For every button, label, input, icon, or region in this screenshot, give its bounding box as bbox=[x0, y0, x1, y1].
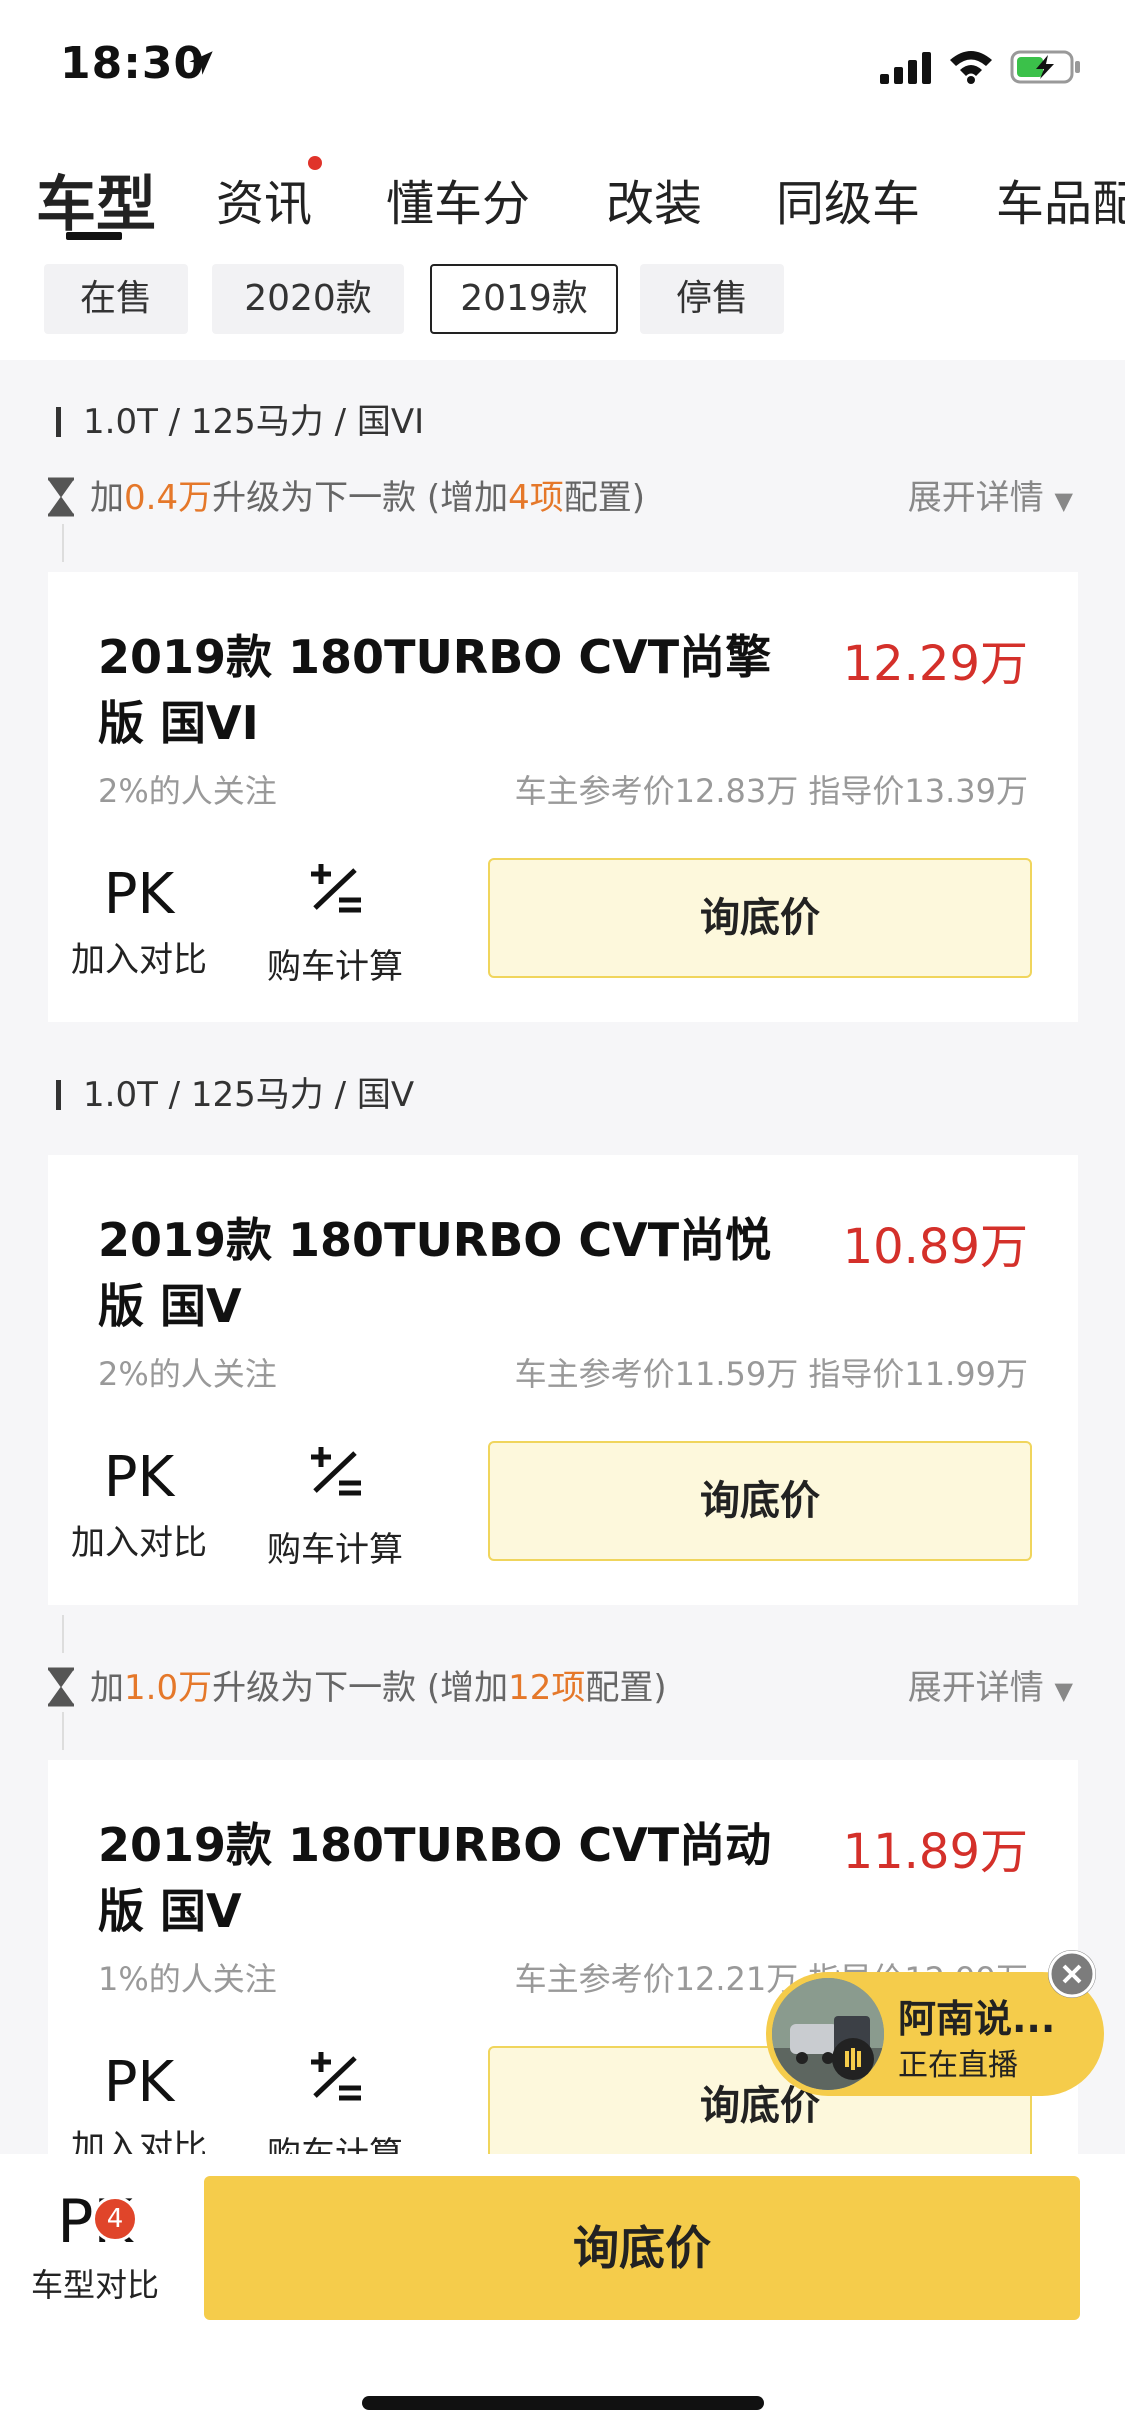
hourglass-icon bbox=[48, 1667, 74, 1707]
add-compare-label: 加入对比 bbox=[71, 1523, 207, 1563]
bottom-bar: PK 车型对比 4 询底价 bbox=[0, 2154, 1125, 2436]
upgrade-suffix: 配置) bbox=[563, 478, 646, 518]
caret-down-icon: ▼ bbox=[1054, 487, 1073, 515]
expand-label: 展开详情 bbox=[907, 478, 1044, 518]
status-time: 18:30 bbox=[60, 38, 206, 89]
cellular-signal-icon bbox=[880, 52, 931, 84]
upgrade-prefix: 加 bbox=[90, 1668, 124, 1708]
wifi-icon bbox=[950, 51, 992, 84]
battery-charging-icon bbox=[1010, 50, 1080, 84]
model-price: 12.29万 bbox=[842, 636, 1028, 692]
top-tabs: 车型 资讯 懂车分 改装 同级车 车品配 bbox=[0, 150, 1125, 250]
location-arrow-icon bbox=[189, 51, 213, 75]
group-header: 1.0T / 125马力 / 国VI bbox=[56, 394, 424, 443]
pk-icon: PK bbox=[103, 2050, 175, 2115]
live-host-name: 阿南说... bbox=[898, 1997, 1056, 2041]
model-title: 2019款 180TURBO CVT尚悦版 国V bbox=[98, 1213, 772, 1333]
calculator-icon bbox=[260, 1443, 410, 1520]
year-filter-discontinued[interactable]: 停售 bbox=[640, 264, 784, 334]
ask-price-button[interactable]: 询底价 bbox=[488, 858, 1032, 978]
news-dot-badge bbox=[308, 156, 322, 170]
top-area: 18:30 车型 资讯 懂车分 改装 同级车 车品配 在售 2020款 2019… bbox=[0, 0, 1125, 360]
reference-prices: 车主参考价12.83万 指导价13.39万 bbox=[514, 772, 1028, 810]
connector-line bbox=[62, 1712, 64, 1750]
bottom-ask-price-button[interactable]: 询底价 bbox=[204, 2176, 1080, 2320]
car-calculator-button[interactable]: 购车计算 bbox=[260, 1443, 410, 1571]
model-card[interactable]: 2019款 180TURBO CVT尚悦版 国V 10.89万 2%的人关注 车… bbox=[48, 1155, 1078, 1605]
follow-percent: 1%的人关注 bbox=[98, 1960, 277, 1998]
follow-percent: 2%的人关注 bbox=[98, 1355, 277, 1393]
reference-prices: 车主参考价11.59万 指导价11.99万 bbox=[514, 1355, 1028, 1393]
upgrade-count: 12项 bbox=[508, 1668, 586, 1708]
hourglass-icon bbox=[48, 477, 74, 517]
car-calculator-label: 购车计算 bbox=[267, 947, 403, 987]
upgrade-suffix: 配置) bbox=[585, 1668, 667, 1708]
calculator-icon bbox=[260, 2048, 410, 2125]
tab-competitors[interactable]: 同级车 bbox=[776, 164, 920, 234]
calculator-icon bbox=[260, 860, 410, 937]
tab-models[interactable]: 车型 bbox=[36, 156, 156, 243]
group-label: 1.0T / 125马力 / 国VI bbox=[83, 402, 425, 442]
model-price: 11.89万 bbox=[842, 1824, 1028, 1880]
home-indicator bbox=[362, 2396, 764, 2410]
upgrade-amount: 0.4万 bbox=[124, 478, 213, 518]
group-header: 1.0T / 125马力 / 国V bbox=[56, 1067, 414, 1116]
tab-news[interactable]: 资讯 bbox=[216, 164, 312, 234]
tab-modification[interactable]: 改装 bbox=[606, 164, 702, 234]
tab-ratings[interactable]: 懂车分 bbox=[386, 164, 530, 234]
model-compare-button[interactable]: PK 车型对比 4 bbox=[30, 2184, 160, 2306]
close-live-button[interactable] bbox=[1048, 1950, 1096, 1998]
year-filter-2020[interactable]: 2020款 bbox=[212, 264, 404, 334]
tab-accessories[interactable]: 车品配 bbox=[996, 164, 1125, 234]
car-calculator-label: 购车计算 bbox=[267, 1530, 403, 1570]
follow-percent: 2%的人关注 bbox=[98, 772, 277, 810]
upgrade-prefix: 加 bbox=[90, 478, 124, 518]
group-bar bbox=[56, 407, 61, 437]
expand-details-button[interactable]: 展开详情 ▼ bbox=[908, 470, 1073, 519]
group-bar bbox=[56, 1080, 61, 1110]
compare-count-badge: 4 bbox=[92, 2196, 138, 2242]
add-compare-button[interactable]: PK 加入对比 bbox=[64, 2048, 214, 2169]
group-label: 1.0T / 125马力 / 国V bbox=[83, 1075, 415, 1115]
add-compare-button[interactable]: PK 加入对比 bbox=[64, 860, 214, 981]
connector-line bbox=[62, 524, 64, 562]
expand-label: 展开详情 bbox=[907, 1668, 1044, 1708]
model-compare-label: 车型对比 bbox=[30, 2266, 159, 2304]
add-compare-button[interactable]: PK 加入对比 bbox=[64, 1443, 214, 1564]
model-card[interactable]: 2019款 180TURBO CVT尚擎版 国VI 12.29万 2%的人关注 … bbox=[48, 572, 1078, 1022]
caret-down-icon: ▼ bbox=[1054, 1677, 1073, 1705]
audio-bars-icon bbox=[832, 2038, 874, 2080]
live-status: 正在直播 bbox=[898, 2048, 1018, 2083]
pk-icon: PK bbox=[103, 862, 175, 927]
model-title: 2019款 180TURBO CVT尚动版 国V bbox=[98, 1818, 772, 1938]
year-filter-2019[interactable]: 2019款 bbox=[430, 264, 618, 334]
upgrade-hint: 加0.4万升级为下一款 (增加4项配置) bbox=[46, 470, 645, 519]
add-compare-label: 加入对比 bbox=[71, 940, 207, 980]
connector-line bbox=[62, 1615, 64, 1653]
pk-icon: PK bbox=[103, 1445, 175, 1510]
upgrade-hint: 加1.0万升级为下一款 (增加12项配置) bbox=[46, 1660, 667, 1709]
upgrade-amount: 1.0万 bbox=[124, 1668, 213, 1708]
upgrade-middle: 升级为下一款 (增加 bbox=[212, 1668, 509, 1708]
ask-price-button[interactable]: 询底价 bbox=[488, 1441, 1032, 1561]
upgrade-count: 4项 bbox=[508, 478, 564, 518]
model-price: 10.89万 bbox=[842, 1219, 1028, 1275]
active-tab-indicator bbox=[66, 232, 122, 240]
status-bar: 18:30 bbox=[0, 0, 1125, 135]
year-filter-on-sale[interactable]: 在售 bbox=[44, 264, 188, 334]
upgrade-middle: 升级为下一款 (增加 bbox=[212, 478, 509, 518]
expand-details-button[interactable]: 展开详情 ▼ bbox=[908, 1660, 1073, 1709]
car-calculator-button[interactable]: 购车计算 bbox=[260, 860, 410, 988]
close-icon bbox=[1048, 1950, 1096, 1998]
model-title: 2019款 180TURBO CVT尚擎版 国VI bbox=[98, 630, 772, 750]
